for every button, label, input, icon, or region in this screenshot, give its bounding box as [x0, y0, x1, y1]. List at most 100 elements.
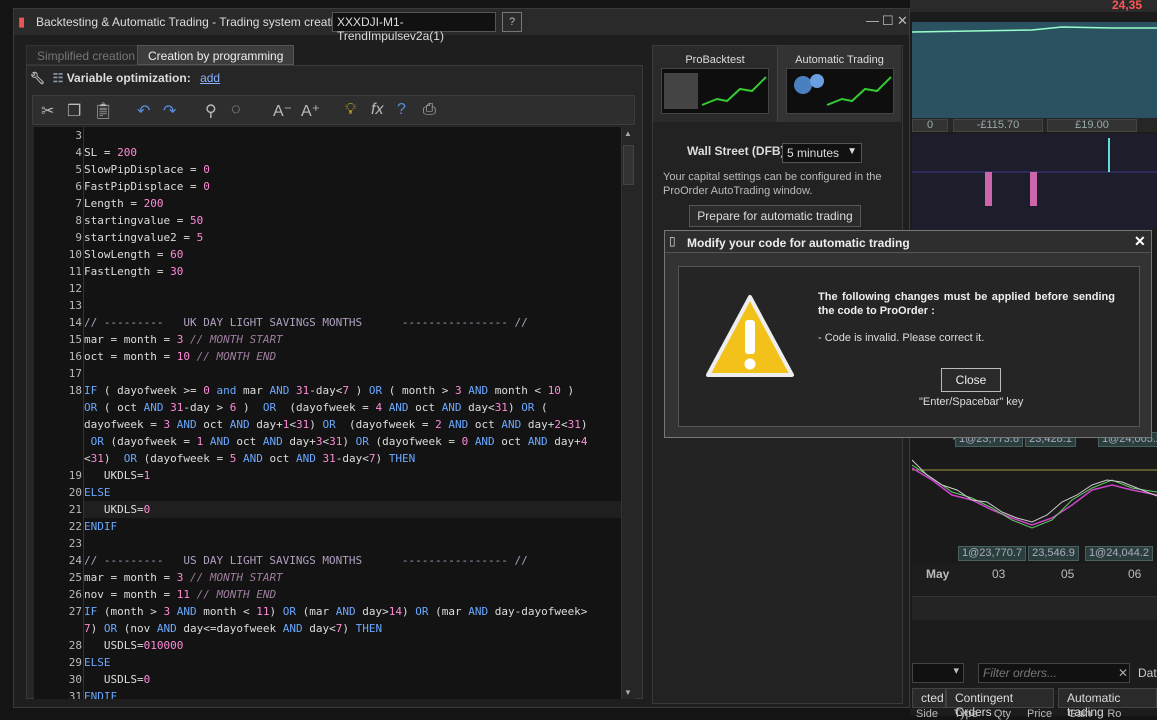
- line-number: [34, 433, 82, 450]
- code-line[interactable]: SlowLength = 60: [84, 246, 621, 263]
- clear-icon[interactable]: ✕: [1118, 666, 1128, 680]
- scroll-thumb[interactable]: [623, 145, 634, 185]
- col-header: Side: [916, 708, 939, 720]
- lightbulb-icon[interactable]: 💡︎: [345, 101, 356, 119]
- modify-code-dialog: ▯ Modify your code for automatic trading…: [664, 230, 1152, 438]
- x-label: May: [926, 567, 950, 581]
- code-line[interactable]: ENDIF: [84, 518, 621, 535]
- code-line[interactable]: IF ( dayofweek >= 0 and mar AND 31-day<7…: [84, 382, 621, 399]
- add-variable-link[interactable]: add: [200, 71, 220, 85]
- automatic-trading-tab[interactable]: Automatic trading: [1058, 688, 1157, 719]
- code-line[interactable]: startingvalue = 50: [84, 212, 621, 229]
- timeframe-select[interactable]: 5 minutes ▼: [782, 143, 862, 163]
- code-line[interactable]: SlowPipDisplace = 0: [84, 161, 621, 178]
- dialog-close-button[interactable]: Close: [941, 368, 1001, 392]
- line-number: 22: [68, 520, 82, 533]
- contingent-orders-tab[interactable]: Contingent Orders: [946, 688, 1054, 719]
- close-icon[interactable]: ✕: [897, 13, 908, 29]
- filter-side-label: Data: [1138, 666, 1157, 680]
- dialog-title-bar: ▯ Modify your code for automatic trading…: [665, 231, 1151, 253]
- code-line[interactable]: SL = 200: [84, 144, 621, 161]
- line-number: 6: [75, 180, 82, 193]
- maximize-icon[interactable]: ☐: [882, 13, 894, 29]
- line-number: 11: [68, 265, 82, 278]
- code-line[interactable]: 7) OR (nov AND day<=dayofweek AND day<7)…: [84, 620, 621, 637]
- line-number: 5: [75, 163, 82, 176]
- code-line[interactable]: [84, 297, 621, 314]
- variables-icon: ☷: [52, 71, 64, 85]
- code-line[interactable]: ELSE: [84, 484, 621, 501]
- capital-info: Your capital settings can be configured …: [663, 171, 882, 197]
- copy-icon[interactable]: ❐: [67, 101, 81, 121]
- code-line[interactable]: [84, 127, 621, 144]
- code-line[interactable]: mar = month = 3 // MONTH START: [84, 331, 621, 348]
- code-line[interactable]: mar = month = 3 // MONTH START: [84, 569, 621, 586]
- line-number: 30: [68, 673, 82, 686]
- search-icon[interactable]: ⚲: [205, 101, 217, 121]
- code-line[interactable]: IF (month > 3 AND month < 11) OR (mar AN…: [84, 603, 621, 620]
- code-line[interactable]: FastLength = 30: [84, 263, 621, 280]
- undo-icon[interactable]: ↶: [137, 101, 150, 121]
- paste-icon[interactable]: 📋︎: [93, 101, 113, 121]
- code-line[interactable]: [84, 280, 621, 297]
- bottom-pane: [912, 596, 1157, 620]
- help-doc-icon[interactable]: ?: [502, 12, 522, 32]
- background-toolbar: 24,35: [910, 0, 1157, 12]
- wrench-icon[interactable]: 🔧︎: [30, 71, 45, 85]
- scroll-down-icon[interactable]: ▼: [624, 688, 632, 697]
- redo-icon[interactable]: ↷: [163, 101, 176, 121]
- dialog-close-icon[interactable]: ✕: [1134, 233, 1146, 250]
- code-line[interactable]: Length = 200: [84, 195, 621, 212]
- scroll-up-icon[interactable]: ▲: [624, 129, 632, 138]
- code-line[interactable]: nov = month = 11 // MONTH END: [84, 586, 621, 603]
- code-line[interactable]: startingvalue2 = 5: [84, 229, 621, 246]
- prepare-automatic-trading-button[interactable]: Prepare for automatic trading: [689, 205, 861, 227]
- dropdown[interactable]: ▾: [912, 663, 964, 683]
- line-number: 4: [75, 146, 82, 159]
- line-number: 28: [68, 639, 82, 652]
- code-line[interactable]: OR ( oct AND 31-day > 6 ) OR (dayofweek …: [84, 399, 621, 416]
- system-name-field[interactable]: XXXDJI-M1-TrendImpulsev2a(1): [332, 12, 496, 43]
- code-line[interactable]: ENDIF: [84, 688, 621, 699]
- help-icon[interactable]: ?: [397, 101, 406, 119]
- code-line[interactable]: oct = month = 10 // MONTH END: [84, 348, 621, 365]
- code-line[interactable]: OR (dayofweek = 1 AND oct AND day+3<31) …: [84, 433, 621, 450]
- tab-simplified-creation[interactable]: Simplified creation: [26, 45, 147, 65]
- code-lines[interactable]: SL = 200 SlowPipDisplace = 0 FastPipDispla…: [83, 127, 621, 699]
- chevron-down-icon: ▼: [847, 146, 857, 157]
- line-number: 7: [75, 197, 82, 210]
- trade-marker: 1@23,770.7: [958, 546, 1027, 561]
- code-line[interactable]: <31) OR (dayofweek = 5 AND oct AND 31-da…: [84, 450, 621, 467]
- code-scrollbar[interactable]: ▲ ▼: [621, 127, 635, 699]
- comment-icon[interactable]: ◌: [231, 101, 241, 119]
- tab-creation-by-programming[interactable]: Creation by programming: [137, 45, 295, 65]
- orders-tab[interactable]: cted: [912, 688, 946, 708]
- tab-probacktest[interactable]: ProBacktest: [653, 46, 777, 122]
- code-line[interactable]: USDLS=010000: [84, 637, 621, 654]
- line-number: 20: [68, 486, 82, 499]
- code-line[interactable]: UKDLS=0: [84, 501, 621, 518]
- order-table-header: Side Type Qty Price Gain Ro: [916, 708, 1121, 720]
- print-icon[interactable]: ⎙: [423, 101, 436, 119]
- increase-font-icon[interactable]: A⁺: [301, 101, 320, 121]
- automatic-trading-label: Automatic Trading: [795, 54, 884, 66]
- tab-automatic-trading[interactable]: Automatic Trading: [777, 46, 901, 122]
- line-numbers: 3 4 5 6 7 8 9 10 11 12 13 14 15 16 17 18 19 20 21 22 23 24 25 2…: [34, 127, 82, 699]
- code-line[interactable]: USDLS=0: [84, 671, 621, 688]
- app-icon: ▮: [18, 14, 26, 29]
- minimize-icon[interactable]: —: [866, 13, 879, 28]
- function-icon[interactable]: fx: [371, 101, 383, 119]
- code-line[interactable]: [84, 535, 621, 552]
- code-line[interactable]: FastPipDisplace = 0: [84, 178, 621, 195]
- code-editor[interactable]: 3 4 5 6 7 8 9 10 11 12 13 14 15 16 17 18 19 20 21 22 23 24 25 2…: [34, 127, 621, 699]
- decrease-font-icon[interactable]: A⁻: [273, 101, 292, 121]
- code-line[interactable]: // --------- US DAY LIGHT SAVINGS MONTHS…: [84, 552, 621, 569]
- filter-orders-input[interactable]: Filter orders...: [978, 663, 1130, 683]
- code-line[interactable]: ELSE: [84, 654, 621, 671]
- code-line[interactable]: [84, 365, 621, 382]
- code-line[interactable]: dayofweek = 3 AND oct AND day+1<31) OR (…: [84, 416, 621, 433]
- x-label: 03: [992, 567, 1006, 581]
- scissors-icon[interactable]: ✂: [41, 101, 54, 121]
- code-line[interactable]: UKDLS=1: [84, 467, 621, 484]
- code-line[interactable]: // --------- UK DAY LIGHT SAVINGS MONTHS…: [84, 314, 621, 331]
